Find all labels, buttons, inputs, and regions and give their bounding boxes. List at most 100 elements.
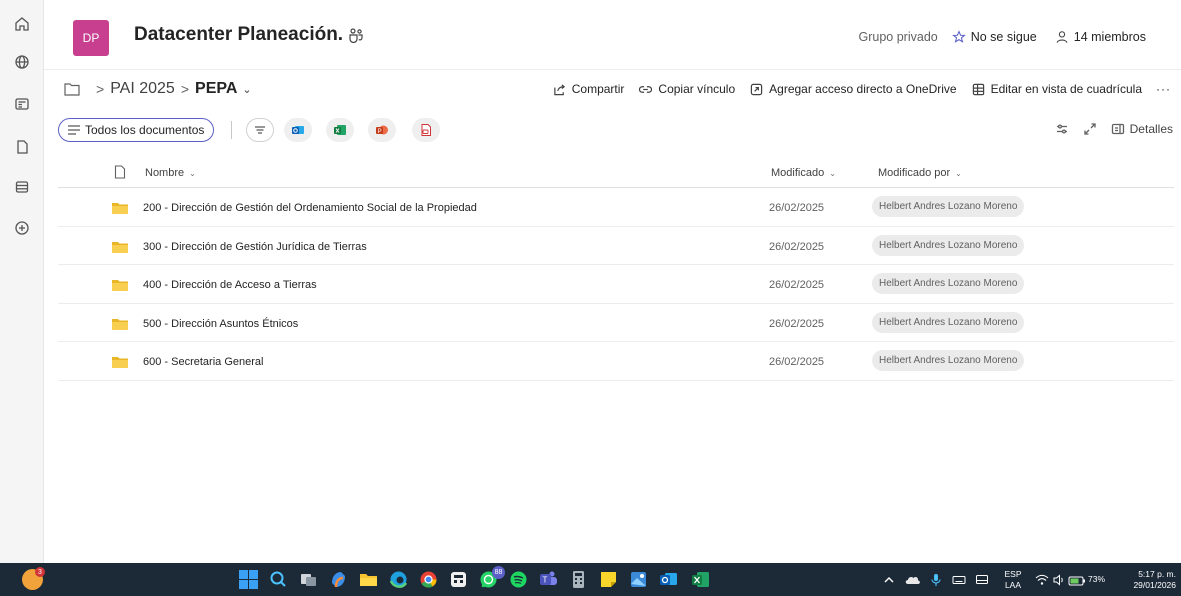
copilot-icon[interactable] [328,569,349,590]
more-options-button[interactable]: ··· [1156,82,1171,96]
news-icon[interactable] [8,90,36,118]
add-circle-icon[interactable] [8,214,36,242]
view-selector[interactable]: Todos los documentos [58,118,215,142]
teams-icon[interactable] [348,27,364,43]
table-row[interactable]: 200 - Dirección de Gestión del Ordenamie… [58,188,1174,227]
calculator-app-icon[interactable] [448,569,469,590]
chevron-down-icon: ⌄ [955,168,962,178]
svg-text:T: T [543,576,548,585]
row-modified-by[interactable]: Helbert Andres Lozano Moreno [872,273,1025,294]
list-icon[interactable] [8,173,36,201]
copy-link-label: Copiar vínculo [658,82,736,96]
filter-button[interactable] [246,118,274,142]
site-logo-initials: DP [82,31,100,45]
onedrive-icon[interactable] [905,573,921,587]
table-row[interactable]: 600 - Secretaria General 26/02/2025 Helb… [58,342,1174,381]
table-row[interactable]: 400 - Dirección de Acceso a Tierras 26/0… [58,265,1174,304]
calculator-icon[interactable] [568,569,589,590]
grid-edit-button[interactable]: Editar en vista de cuadrícula [972,82,1142,96]
table-row[interactable]: 300 - Dirección de Gestión Jurídica de T… [58,227,1174,265]
chevron-up-icon[interactable] [882,573,896,587]
home-icon[interactable] [8,10,36,38]
members-button[interactable]: 14 miembros [1055,30,1146,44]
column-header-name[interactable]: Nombre ⌄ [145,167,196,179]
view-lines-icon [68,125,80,135]
edge-icon[interactable] [388,569,409,590]
teams-app-icon[interactable]: T [538,569,559,590]
folder-icon [112,241,128,253]
add-shortcut-button[interactable]: Agregar acceso directo a OneDrive [750,82,957,96]
file-explorer-icon[interactable] [358,569,379,590]
filter-pdf-chip[interactable] [412,118,440,142]
breadcrumb-separator: > [96,81,105,97]
row-modified-by[interactable]: Helbert Andres Lozano Moreno [872,234,1025,256]
view-tools: Detalles [1041,122,1173,136]
display-icon[interactable] [975,573,989,587]
folder-outline-icon[interactable] [64,82,80,96]
command-actions: Compartir Copiar vínculo Agregar acceso … [538,82,1171,96]
row-name[interactable]: 600 - Secretaria General [143,356,263,368]
details-button[interactable]: Detalles [1111,122,1173,136]
site-title[interactable]: Datacenter Planeación. [134,24,343,46]
filter-outlook-chip[interactable] [284,118,312,142]
row-name[interactable]: 300 - Dirección de Gestión Jurídica de T… [143,241,367,253]
chevron-down-icon[interactable]: ⌄ [242,83,251,96]
chrome-icon[interactable] [418,569,439,590]
filter-excel-chip[interactable] [326,118,354,142]
site-header: DP Datacenter Planeación. Grupo privado … [44,0,1181,70]
details-label: Detalles [1129,122,1173,136]
link-icon [639,85,653,93]
column-header-modified-by[interactable]: Modificado por ⌄ [878,167,962,179]
volume-icon[interactable] [1052,573,1066,587]
add-shortcut-label: Agregar acceso directo a OneDrive [769,82,957,96]
language-indicator[interactable]: ESP LAA [1001,569,1025,591]
svg-text:P: P [378,129,382,135]
file-type-icon[interactable] [114,165,126,179]
sticky-notes-icon[interactable] [598,569,619,590]
language-bottom: LAA [1004,580,1022,590]
filter-powerpoint-chip[interactable]: P [368,118,396,142]
windows-start-icon[interactable] [238,569,259,590]
copy-link-button[interactable]: Copiar vínculo [639,82,735,96]
follow-button[interactable]: No se sigue [951,30,1037,44]
document-icon[interactable] [8,133,36,161]
left-app-rail [0,0,44,563]
row-name[interactable]: 200 - Dirección de Gestión del Ordenamie… [143,202,477,214]
wifi-icon[interactable] [1035,573,1049,587]
microphone-icon[interactable] [930,573,942,587]
clock-time: 5:17 p. m. [1138,569,1176,579]
breadcrumb-item-current[interactable]: PEPA [195,80,237,98]
search-icon[interactable] [268,569,289,590]
outlook-app-icon[interactable] [658,569,679,590]
clock[interactable]: 5:17 p. m. 29/01/2026 [1124,569,1176,591]
shortcut-icon [750,83,763,95]
breadcrumb-item-pai-2025[interactable]: PAI 2025 [110,80,175,98]
windows-taskbar: 3 88 T ESP LAA 73% 5:17 p. m. 29/01/2026 [0,563,1181,596]
battery-icon[interactable] [1068,574,1086,586]
powerpoint-icon: P [376,125,388,135]
spotify-icon[interactable] [508,569,529,590]
row-modified-by[interactable]: Helbert Andres Lozano Moreno [872,196,1025,217]
row-name[interactable]: 500 - Dirección Asuntos Étnicos [143,318,298,330]
column-header-modified-label: Modificado [771,167,825,179]
view-options-button[interactable] [1055,122,1069,136]
view-bar: Todos los documentos P Detalles [44,114,1181,146]
globe-icon[interactable] [8,48,36,76]
row-name[interactable]: 400 - Dirección de Acceso a Tierras [143,279,317,291]
task-view-icon[interactable] [298,569,319,590]
photos-icon[interactable] [628,569,649,590]
site-logo[interactable]: DP [73,20,109,56]
table-row[interactable]: 500 - Dirección Asuntos Étnicos 26/02/20… [58,304,1174,342]
column-header-modified[interactable]: Modificado ⌄ [771,167,836,179]
row-modified-by[interactable]: Helbert Andres Lozano Moreno [872,350,1025,371]
excel-app-icon[interactable] [690,569,711,590]
table-header: Nombre ⌄ Modificado ⌄ Modificado por ⌄ [58,152,1174,188]
share-label: Compartir [571,82,625,96]
grid-edit-label: Editar en vista de cuadrícula [990,82,1142,96]
row-modified-by[interactable]: Helbert Andres Lozano Moreno [872,311,1025,333]
row-modified: 26/02/2025 [769,317,825,330]
expand-button[interactable] [1083,122,1097,136]
keyboard-icon[interactable] [952,573,966,587]
star-icon [951,30,966,43]
share-button[interactable]: Compartir [553,82,625,96]
